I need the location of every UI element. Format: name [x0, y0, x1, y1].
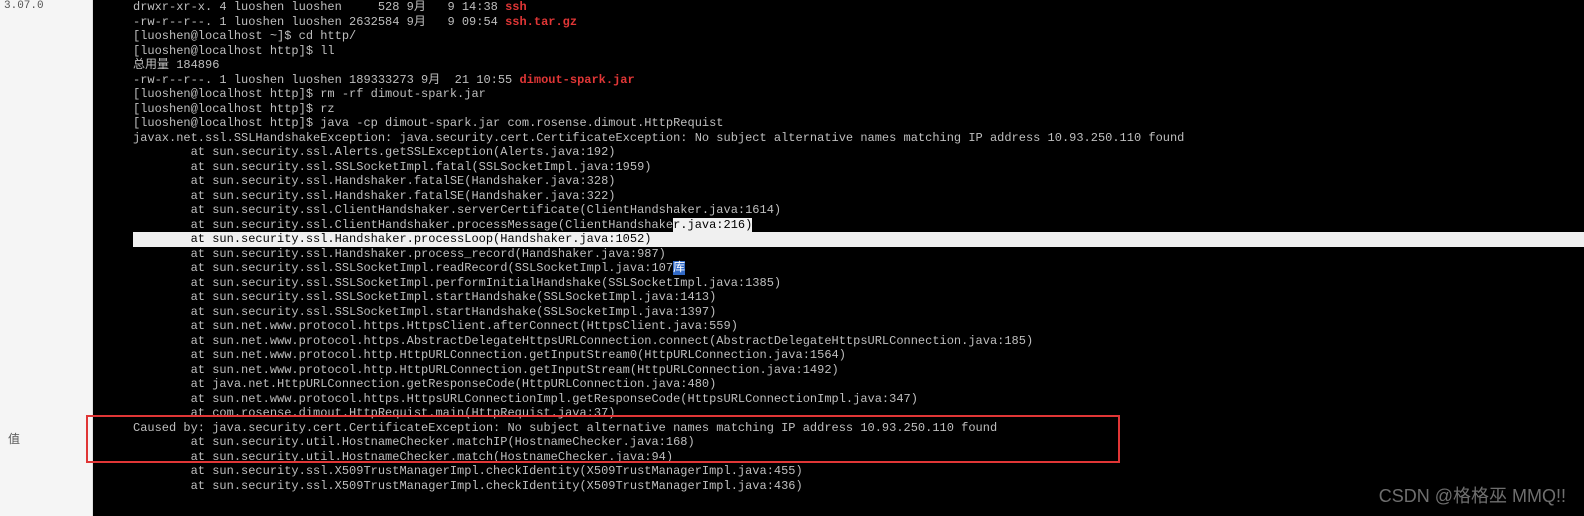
terminal-line: Caused by: java.security.cert.Certificat… — [133, 421, 1584, 436]
terminal-line: at sun.net.www.protocol.https.HttpsURLCo… — [133, 392, 1584, 407]
terminal-line: at java.net.HttpURLConnection.getRespons… — [133, 377, 1584, 392]
terminal-line: [luoshen@localhost http]$ java -cp dimou… — [133, 116, 1584, 131]
terminal-line: at sun.security.util.HostnameChecker.mat… — [133, 450, 1584, 465]
terminal-line: at sun.security.ssl.ClientHandshaker.pro… — [133, 218, 1584, 233]
terminal-output[interactable]: drwxr-xr-x. 4 luoshen luoshen 528 9月 9 1… — [93, 0, 1584, 516]
terminal-line: at sun.security.ssl.Alerts.getSSLExcepti… — [133, 145, 1584, 160]
side-panel-header: 值 — [8, 430, 20, 447]
terminal-line: 总用量 184896 — [133, 58, 1584, 73]
terminal-line: [luoshen@localhost http]$ rz — [133, 102, 1584, 117]
terminal-line: at sun.security.ssl.X509TrustManagerImpl… — [133, 464, 1584, 479]
terminal-line: -rw-r--r--. 1 luoshen luoshen 189333273 … — [133, 73, 1584, 88]
terminal-line: at sun.net.www.protocol.http.HttpURLConn… — [133, 363, 1584, 378]
terminal-line: at com.rosense.dimout.HttpRequist.main(H… — [133, 406, 1584, 421]
terminal-line: at sun.security.ssl.ClientHandshaker.ser… — [133, 203, 1584, 218]
terminal-line: at sun.security.ssl.X509TrustManagerImpl… — [133, 479, 1584, 494]
terminal-line: at sun.security.ssl.Handshaker.processLo… — [133, 232, 1584, 247]
terminal-line: at sun.security.ssl.Handshaker.fatalSE(H… — [133, 189, 1584, 204]
terminal-line: javax.net.ssl.SSLHandshakeException: jav… — [133, 131, 1584, 146]
terminal-line: [luoshen@localhost http]$ rm -rf dimout-… — [133, 87, 1584, 102]
terminal-line: drwxr-xr-x. 4 luoshen luoshen 528 9月 9 1… — [133, 0, 1584, 15]
terminal-line: at sun.security.util.HostnameChecker.mat… — [133, 435, 1584, 450]
terminal-line: at sun.security.ssl.SSLSocketImpl.perfor… — [133, 276, 1584, 291]
terminal-line: at sun.net.www.protocol.http.HttpURLConn… — [133, 348, 1584, 363]
terminal-line: at sun.security.ssl.SSLSocketImpl.readRe… — [133, 261, 1584, 276]
terminal-line: at sun.net.www.protocol.https.HttpsClien… — [133, 319, 1584, 334]
side-panel-top-text: 3.07.0 — [4, 0, 44, 12]
terminal-line: at sun.security.ssl.Handshaker.fatalSE(H… — [133, 174, 1584, 189]
terminal-line: at sun.security.ssl.SSLSocketImpl.startH… — [133, 305, 1584, 320]
terminal-line: at sun.security.ssl.Handshaker.process_r… — [133, 247, 1584, 262]
terminal-line: at sun.net.www.protocol.https.AbstractDe… — [133, 334, 1584, 349]
terminal-line: -rw-r--r--. 1 luoshen luoshen 2632584 9月… — [133, 15, 1584, 30]
terminal-line: at sun.security.ssl.SSLSocketImpl.fatal(… — [133, 160, 1584, 175]
terminal-line: [luoshen@localhost ~]$ cd http/ — [133, 29, 1584, 44]
terminal-line: [luoshen@localhost http]$ ll — [133, 44, 1584, 59]
side-panel: 3.07.0 值 — [0, 0, 93, 516]
terminal-line: at sun.security.ssl.SSLSocketImpl.startH… — [133, 290, 1584, 305]
